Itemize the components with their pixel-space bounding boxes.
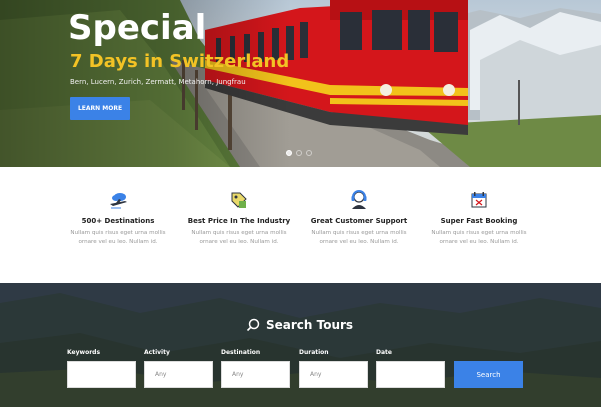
date-input[interactable] — [376, 361, 445, 388]
feature-destinations: 500+ Destinations Nullam quis risus eget… — [63, 189, 173, 247]
feature-title: 500+ Destinations — [81, 217, 155, 225]
calendar-booking-icon — [471, 192, 487, 208]
learn-more-button[interactable]: LEARN MORE — [70, 97, 130, 120]
hero-title: Special — [68, 8, 207, 48]
features-section: 500+ Destinations Nullam quis risus eget… — [0, 167, 601, 283]
search-icon — [246, 318, 260, 332]
slider-dot-1[interactable] — [286, 150, 292, 156]
keywords-label: Keywords — [67, 349, 101, 356]
feature-desc: Nullam quis risus eget urna mollis ornar… — [191, 230, 287, 245]
feature-best-price: Best Price In The Industry Nullam quis r… — [184, 189, 294, 247]
feature-desc: Nullam quis risus eget urna mollis ornar… — [70, 230, 166, 245]
date-label: Date — [376, 349, 392, 356]
feature-title: Great Customer Support — [310, 217, 408, 225]
search-title: Search Tours — [266, 318, 354, 332]
feature-title: Best Price In The Industry — [187, 217, 291, 225]
activity-select[interactable]: Any — [144, 361, 213, 388]
hero-subtitle: 7 Days in Switzerland — [70, 51, 290, 72]
price-tag-icon — [231, 192, 247, 208]
slider-dot-3[interactable] — [306, 150, 312, 156]
search-overlay — [0, 283, 601, 407]
search-tours-section: Search Tours Keywords Activity Any Desti… — [0, 283, 601, 407]
duration-label: Duration — [299, 349, 329, 356]
destination-label: Destination — [221, 349, 261, 356]
search-button[interactable]: Search — [454, 361, 523, 388]
duration-select[interactable]: Any — [299, 361, 368, 388]
plane-cloud-icon — [110, 193, 127, 209]
feature-desc: Nullam quis risus eget urna mollis ornar… — [311, 230, 407, 245]
feature-title: Super Fast Booking — [440, 217, 518, 225]
slider-dot-2[interactable] — [296, 150, 302, 156]
feature-desc: Nullam quis risus eget urna mollis ornar… — [431, 230, 527, 245]
destination-select[interactable]: Any — [221, 361, 290, 388]
keywords-input[interactable] — [67, 361, 136, 388]
feature-support: Great Customer Support Nullam quis risus… — [304, 189, 414, 247]
slider-dots — [286, 150, 312, 156]
hero-places: Bern, Lucern, Zurich, Zermatt, Metahorn,… — [70, 78, 246, 86]
hero-slider: Special 7 Days in Switzerland Bern, Luce… — [0, 0, 601, 167]
feature-booking: Super Fast Booking Nullam quis risus ege… — [424, 189, 534, 247]
headset-support-icon — [351, 190, 367, 209]
activity-label: Activity — [144, 349, 170, 356]
